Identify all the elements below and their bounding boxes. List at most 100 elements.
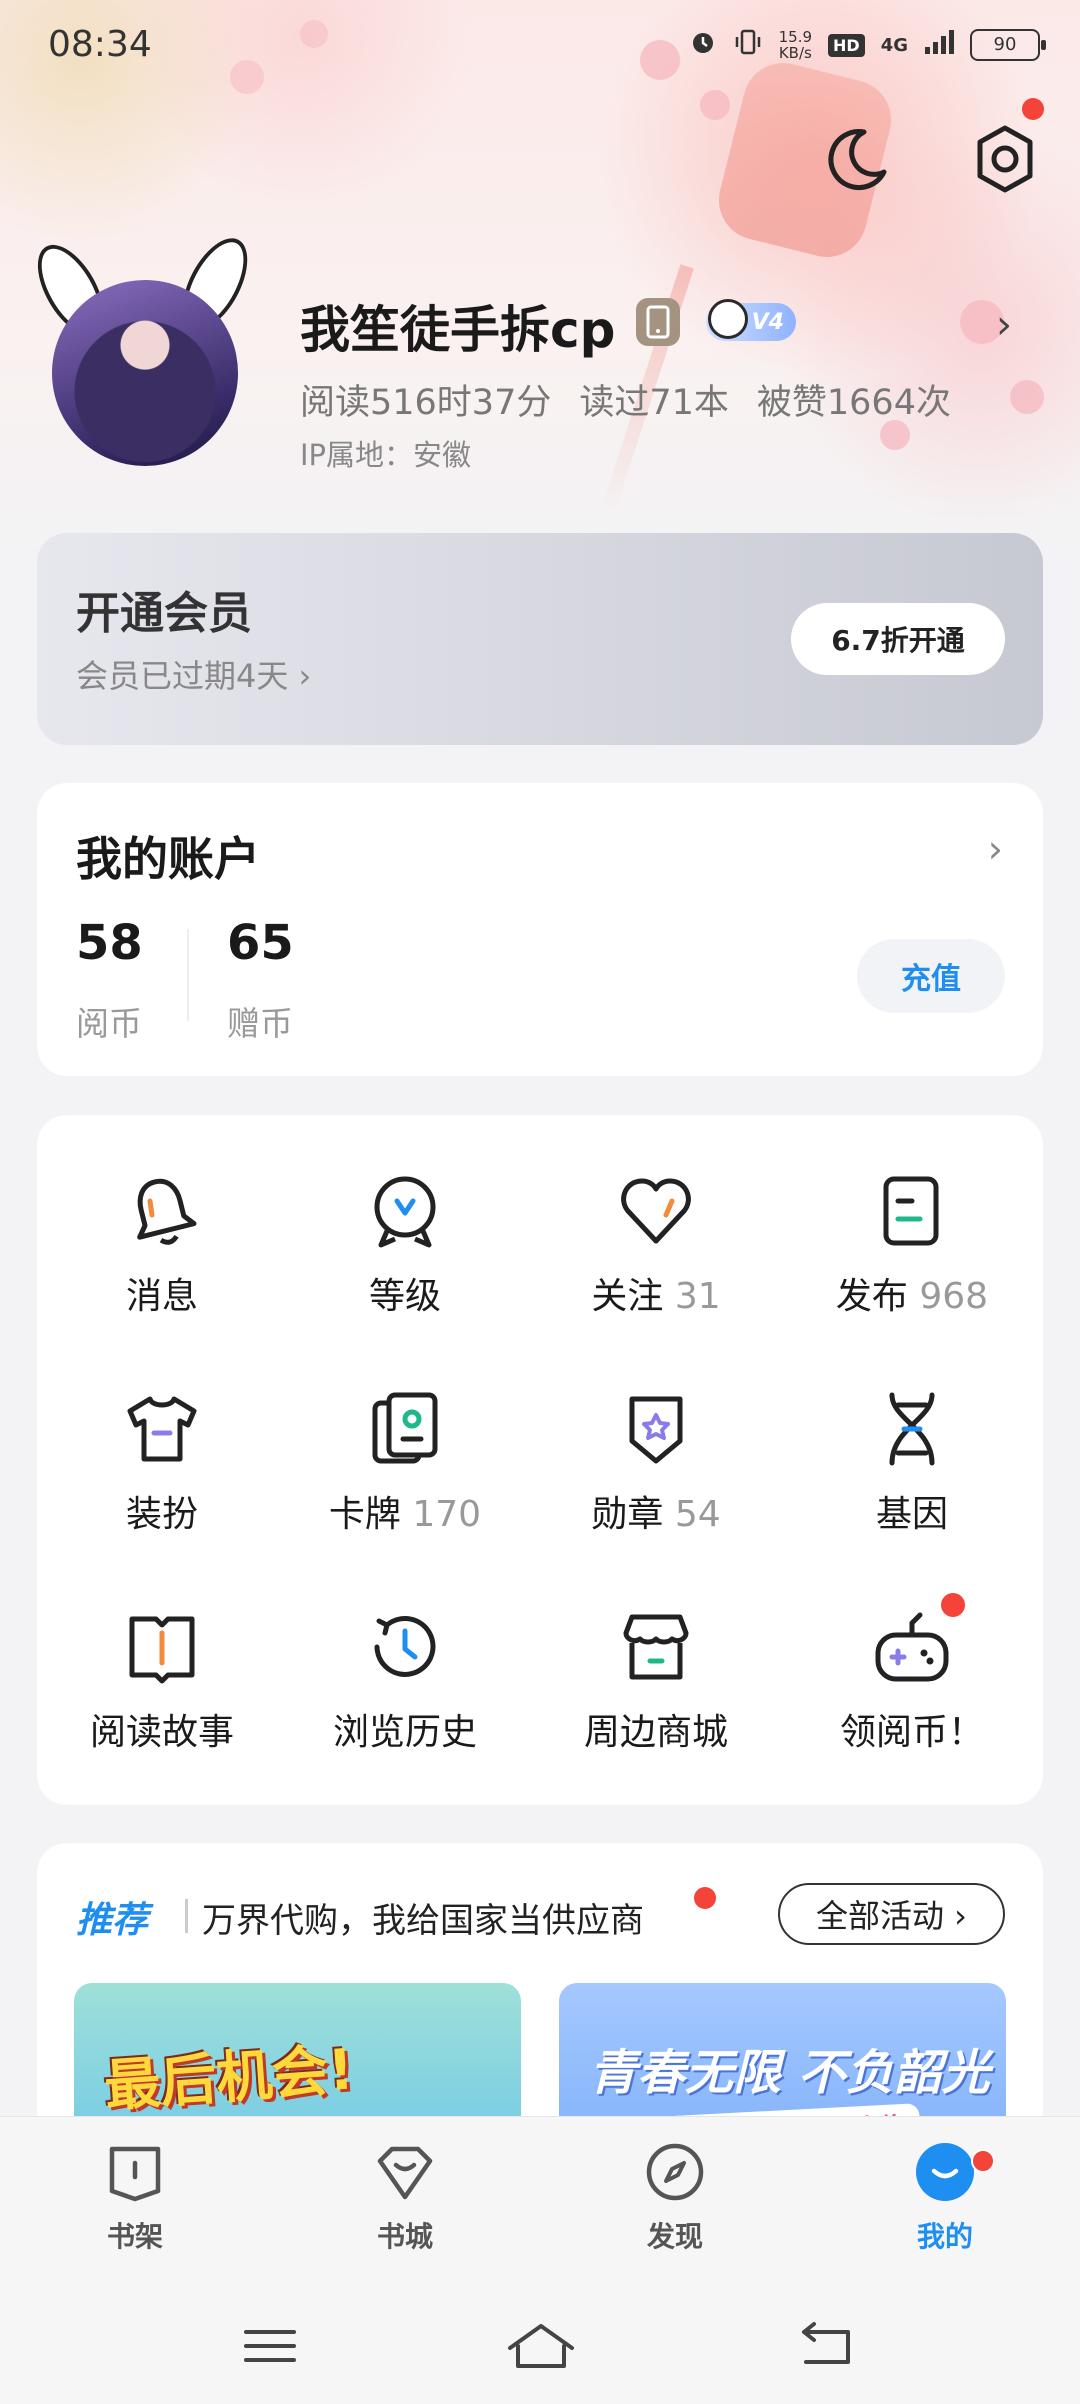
medal-icon xyxy=(629,1396,683,1464)
membership-title: 开通会员 xyxy=(76,588,252,639)
read-coin-label: 阅币 xyxy=(76,1004,142,1043)
alarm-icon xyxy=(689,28,717,62)
menu-button[interactable] xyxy=(240,2316,300,2376)
grid-item-reading-stories[interactable]: 阅读故事 xyxy=(37,1607,287,1777)
bookstore-icon xyxy=(377,2146,433,2200)
tab-discover[interactable]: 发现 xyxy=(605,2141,745,2255)
grid-item-cards[interactable]: 卡牌 170 xyxy=(280,1389,530,1559)
grid-item-publish[interactable]: 发布 968 xyxy=(787,1171,1037,1341)
tab-bookstore[interactable]: 书城 xyxy=(335,2141,475,2255)
status-time: 08:34 xyxy=(48,24,152,65)
grid-label: 基因 xyxy=(876,1485,948,1537)
tab-me[interactable]: 我的 xyxy=(875,2141,1015,2255)
vip-level-badge[interactable]: V4 xyxy=(706,299,796,341)
cards-count: 170 xyxy=(412,1494,482,1535)
tab-label: 书架 xyxy=(106,2220,163,2253)
recommend-notification-dot xyxy=(694,1887,716,1909)
medals-count: 54 xyxy=(674,1494,721,1535)
grid-label-text: 发布 xyxy=(835,1276,908,1317)
membership-status: 会员已过期4天 › xyxy=(76,657,312,695)
grid-label: 阅读故事 xyxy=(90,1703,234,1755)
document-icon xyxy=(883,1176,939,1246)
signal-icon xyxy=(924,29,954,61)
level-icon xyxy=(374,1176,436,1248)
recommend-card: 推荐 万界代购，我给国家当供应商 全部活动 › 最后机会! 青春无限 不负韶光 … xyxy=(37,1843,1043,2143)
read-coin-balance[interactable]: 58 xyxy=(76,915,143,971)
grid-item-claim-coins[interactable]: 领阅币！ xyxy=(787,1593,1037,1777)
grid-item-dressup[interactable]: 装扮 xyxy=(37,1389,287,1559)
gamepad-icon xyxy=(875,1612,949,1682)
avatar[interactable] xyxy=(24,228,261,480)
grid-label-text: 基因 xyxy=(875,1494,948,1535)
grid-item-genes[interactable]: 基因 xyxy=(787,1389,1037,1559)
balance-divider xyxy=(187,929,189,1021)
vibrate-icon xyxy=(733,28,763,62)
tab-label: 书城 xyxy=(376,2220,433,2253)
membership-card[interactable]: 开通会员 会员已过期4天 › 6.7折开通 xyxy=(37,533,1043,745)
grid-item-history[interactable]: 浏览历史 xyxy=(280,1607,530,1777)
heart-icon xyxy=(621,1178,691,1244)
net-speed-value: 15.9 xyxy=(778,28,813,46)
recommend-headline[interactable]: 万界代购，我给国家当供应商 xyxy=(202,1893,644,1942)
recommend-tag: 推荐 xyxy=(76,1900,149,1941)
grid-label: 装扮 xyxy=(126,1485,198,1537)
publish-count: 968 xyxy=(919,1276,989,1317)
gift-coin-label: 赠币 xyxy=(227,1004,293,1043)
grid-item-following[interactable]: 关注 31 xyxy=(531,1171,781,1341)
grid-label: 消息 xyxy=(126,1267,198,1319)
claim-coins-notification-dot xyxy=(941,1593,965,1617)
grid-label: 等级 xyxy=(369,1267,441,1319)
open-membership-button[interactable]: 6.7折开通 xyxy=(791,603,1005,675)
grid-item-medals[interactable]: 勋章 54 xyxy=(531,1389,781,1559)
tab-label: 发现 xyxy=(646,2220,703,2253)
grid-label: 勋章 54 xyxy=(591,1485,720,1537)
grid-label-text: 卡牌 xyxy=(328,1494,401,1535)
book-icon xyxy=(129,1616,195,1684)
home-icon xyxy=(508,2324,574,2368)
banner-title: 最后机会! xyxy=(102,2037,356,2120)
tab-bookshelf[interactable]: 书架 xyxy=(65,2141,205,2255)
feature-grid: 消息 等级 关注 31 发布 968 装扮 卡牌 170 勋章 54 基因 阅读… xyxy=(37,1115,1043,1805)
night-mode-button[interactable] xyxy=(818,120,896,198)
banner-title: 青春无限 不负韶光 xyxy=(589,2045,990,2101)
account-title[interactable]: 我的账户 xyxy=(76,823,260,889)
shirt-icon xyxy=(127,1396,197,1462)
tab-label: 我的 xyxy=(916,2220,973,2253)
grid-item-shop[interactable]: 周边商城 xyxy=(531,1607,781,1777)
grid-item-level[interactable]: 等级 xyxy=(280,1171,530,1341)
battery-indicator: 90 xyxy=(970,29,1046,61)
account-chevron-icon[interactable]: › xyxy=(988,827,1003,871)
system-nav-bar xyxy=(0,2286,1080,2404)
recharge-button[interactable]: 充值 xyxy=(857,939,1005,1013)
status-bar: 08:34 15.9 KB/s HD 4G 90 xyxy=(0,0,1080,96)
compass-icon xyxy=(646,2143,704,2201)
bottom-tab-bar: 书架 书城 发现 我的 xyxy=(0,2116,1080,2286)
grid-label-text: 阅读故事 xyxy=(89,1712,234,1753)
cards-icon xyxy=(372,1392,438,1464)
phone-icon xyxy=(636,298,680,346)
settings-notification-dot xyxy=(1022,98,1044,120)
bell-icon xyxy=(137,1178,197,1245)
ip-location: IP属地：安徽 xyxy=(300,438,472,472)
username[interactable]: 我笙徒手拆cp xyxy=(300,290,615,362)
grid-label-text: 浏览历史 xyxy=(332,1712,477,1753)
avatar-image xyxy=(52,280,238,466)
dna-icon xyxy=(889,1392,935,1466)
grid-label: 领阅币！ xyxy=(840,1703,984,1755)
home-button[interactable] xyxy=(506,2316,574,2376)
grid-item-messages[interactable]: 消息 xyxy=(37,1171,287,1341)
network-type: 4G xyxy=(880,34,908,56)
menu-icon xyxy=(244,2330,296,2362)
net-speed: 15.9 KB/s xyxy=(779,29,812,61)
blossom-decoration xyxy=(1010,380,1044,414)
status-icons: 15.9 KB/s HD 4G 90 xyxy=(689,28,1046,62)
profile-chevron-icon[interactable]: › xyxy=(996,302,1012,348)
back-button[interactable] xyxy=(796,2316,856,2376)
settings-button[interactable] xyxy=(966,98,1044,198)
books-read-stat: 读过71本 xyxy=(579,383,729,423)
gift-coin-balance[interactable]: 65 xyxy=(227,915,294,971)
vip-level-text: V4 xyxy=(751,309,784,335)
grid-label-text: 周边商城 xyxy=(583,1712,728,1753)
back-icon xyxy=(802,2322,850,2364)
all-activities-button[interactable]: 全部活动 › xyxy=(778,1883,1005,1945)
